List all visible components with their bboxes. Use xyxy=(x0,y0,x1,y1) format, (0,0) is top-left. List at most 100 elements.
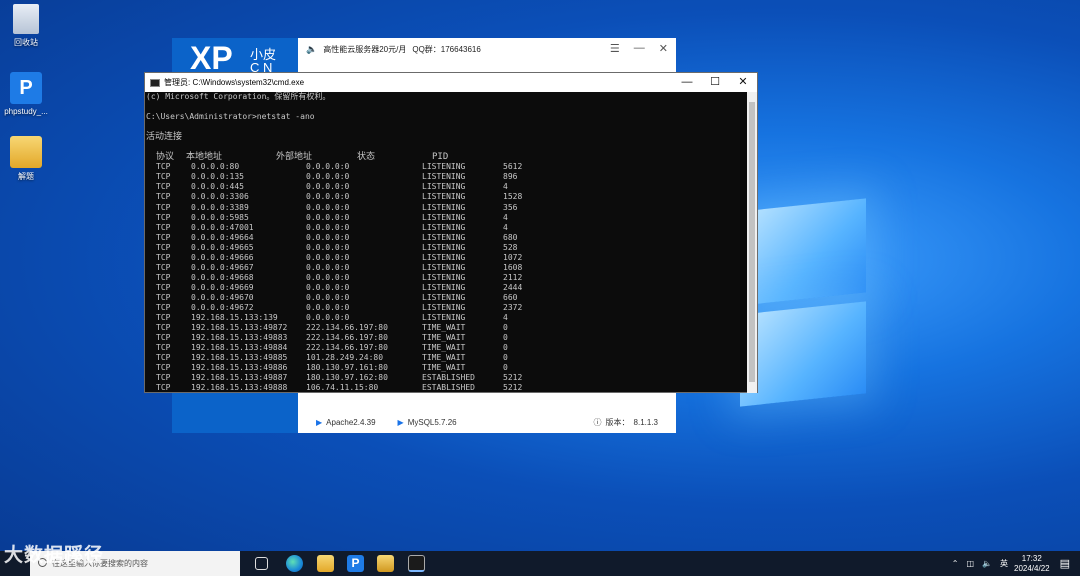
cell-foreign-address: 222.134.66.197:80 xyxy=(306,333,388,343)
cell-proto: TCP xyxy=(156,262,171,272)
cell-pid: 1608 xyxy=(503,262,523,272)
recycle-bin-icon xyxy=(13,4,39,34)
table-row: TCP 192.168.15.133:49883 222.134.66.197:80… xyxy=(146,333,748,343)
edge-icon[interactable] xyxy=(286,555,303,572)
cmd-titlebar[interactable]: 管理员: C:\Windows\system32\cmd.exe xyxy=(145,73,757,92)
cell-pid: 2372 xyxy=(503,302,523,312)
close-button[interactable]: ✕ xyxy=(659,42,668,55)
cmd-window[interactable]: 管理员: C:\Windows\system32\cmd.exe — ☐ ✕ (… xyxy=(144,72,758,393)
volume-icon[interactable]: 🔈 xyxy=(982,559,992,568)
cell-proto: TCP xyxy=(156,242,171,252)
cell-local-address: 0.0.0.0:49669 xyxy=(191,282,254,292)
cell-state: LISTENING xyxy=(422,282,466,292)
header-foreign: 外部地址 xyxy=(276,152,313,163)
cell-foreign-address: 0.0.0.0:0 xyxy=(306,192,350,202)
cell-state: LISTENING xyxy=(422,172,466,182)
clock[interactable]: 17:32 2024/4/22 xyxy=(1014,554,1050,574)
table-row: TCP 192.168.15.133:49872 222.134.66.197:80… xyxy=(146,323,748,333)
table-row: TCP 0.0.0.0:445 0.0.0.0:0 LISTENING 4 xyxy=(146,182,748,192)
windows-logo-wallpaper xyxy=(740,198,868,407)
cell-pid: 356 xyxy=(503,202,518,212)
cell-local-address: 192.168.15.133:49872 xyxy=(191,323,288,333)
cell-state: LISTENING xyxy=(422,292,466,302)
minimize-button[interactable]: — xyxy=(634,42,645,55)
system-tray: ⌃ ◫ 🔈 英 17:32 2024/4/22 ▤ xyxy=(952,551,1080,576)
cell-state: LISTENING xyxy=(422,222,466,232)
scrollbar[interactable] xyxy=(747,92,757,393)
cell-state: LISTENING xyxy=(422,313,466,323)
cell-local-address: 0.0.0.0:80 xyxy=(191,162,240,172)
netstat-table: TCP 0.0.0.0:80 0.0.0.0:0 LISTENING 5612 TCP 0.… xyxy=(146,162,748,393)
cell-local-address: 192.168.15.133:49883 xyxy=(191,333,288,343)
network-icon[interactable]: ◫ xyxy=(966,559,974,568)
cell-state: LISTENING xyxy=(422,182,466,192)
cell-pid: 4 xyxy=(503,313,508,323)
cell-proto: TCP xyxy=(156,353,171,363)
ime-indicator[interactable]: 英 xyxy=(1000,558,1008,569)
cell-foreign-address: 222.134.66.197:80 xyxy=(306,343,388,353)
cell-state: ESTABLISHED xyxy=(422,373,475,383)
cell-foreign-address: 0.0.0.0:0 xyxy=(306,202,350,212)
copyright-line: (c) Microsoft Corporation。保留所有权利。 xyxy=(146,92,331,101)
cell-state: LISTENING xyxy=(422,202,466,212)
service-apache[interactable]: ▶ Apache2.4.39 xyxy=(316,418,376,427)
desktop-icon-phpstudy[interactable]: P phpstudy_... xyxy=(0,72,52,116)
cell-local-address: 0.0.0.0:47001 xyxy=(191,222,254,232)
service-label: Apache2.4.39 xyxy=(326,417,376,427)
cell-proto: TCP xyxy=(156,373,171,383)
scrollbar-thumb[interactable] xyxy=(749,102,755,382)
table-row: TCP 192.168.15.133:139 0.0.0.0:0 LISTENING 4 xyxy=(146,313,748,323)
header-state: 状态 xyxy=(357,152,376,163)
cell-state: TIME_WAIT xyxy=(422,333,466,343)
header-proto: 协议 xyxy=(156,152,175,163)
cell-state: TIME_WAIT xyxy=(422,323,466,333)
announcement-text[interactable]: 高性能云服务器20元/月 xyxy=(323,44,406,55)
desktop-icon-folder[interactable]: 解题 xyxy=(0,136,52,182)
desktop-icon-label: phpstudy_... xyxy=(4,107,48,116)
cell-local-address: 192.168.15.133:139 xyxy=(191,313,278,323)
cmd-icon xyxy=(150,78,160,87)
cell-local-address: 0.0.0.0:3389 xyxy=(191,202,249,212)
chevron-up-icon[interactable]: ⌃ xyxy=(952,559,959,568)
menu-icon[interactable]: ☰ xyxy=(610,42,620,55)
table-row: TCP 0.0.0.0:49666 0.0.0.0:0 LISTENING 1072 xyxy=(146,253,748,263)
file-explorer-icon[interactable] xyxy=(317,555,334,572)
cell-state: TIME_WAIT xyxy=(422,343,466,353)
cell-proto: TCP xyxy=(156,282,171,292)
cell-pid: 5212 xyxy=(503,383,523,393)
cell-state: LISTENING xyxy=(422,212,466,222)
notification-icon[interactable]: ▤ xyxy=(1060,557,1070,570)
cell-proto: TCP xyxy=(156,192,171,202)
cell-foreign-address: 0.0.0.0:0 xyxy=(306,313,350,323)
cell-pid: 660 xyxy=(503,292,518,302)
cell-pid: 896 xyxy=(503,172,518,182)
minimize-button[interactable]: — xyxy=(673,73,701,92)
console-output[interactable]: (c) Microsoft Corporation。保留所有权利。 C:\Use… xyxy=(145,92,748,393)
cell-proto: TCP xyxy=(156,212,171,222)
task-view-icon[interactable] xyxy=(255,557,268,570)
tool-icon[interactable] xyxy=(377,555,394,572)
cell-pid: 680 xyxy=(503,232,518,242)
cell-foreign-address: 0.0.0.0:0 xyxy=(306,182,350,192)
cell-pid: 528 xyxy=(503,242,518,252)
cell-local-address: 0.0.0.0:49666 xyxy=(191,252,254,262)
desktop-icon-recycle-bin[interactable]: 回收站 xyxy=(0,4,52,48)
close-button[interactable]: ✕ xyxy=(729,73,757,92)
desktop-icon-label: 回收站 xyxy=(14,38,38,47)
phpstudy-taskbar-icon[interactable]: P xyxy=(347,555,364,572)
cell-local-address: 0.0.0.0:445 xyxy=(191,182,244,192)
service-mysql[interactable]: ▶ MySQL5.7.26 xyxy=(398,418,457,427)
cell-proto: TCP xyxy=(156,202,171,212)
cell-foreign-address: 0.0.0.0:0 xyxy=(306,272,350,282)
cell-pid: 1072 xyxy=(503,252,523,262)
cell-proto: TCP xyxy=(156,162,171,172)
cmd-taskbar-icon[interactable] xyxy=(408,555,425,572)
table-row: TCP 0.0.0.0:49670 0.0.0.0:0 LISTENING 660 xyxy=(146,293,748,303)
table-row: TCP 0.0.0.0:135 0.0.0.0:0 LISTENING 896 xyxy=(146,172,748,182)
cell-foreign-address: 106.74.11.15:80 xyxy=(306,383,379,393)
table-row: TCP 192.168.15.133:49886 180.130.97.161:80… xyxy=(146,363,748,373)
maximize-button[interactable]: ☐ xyxy=(701,73,729,92)
cell-proto: TCP xyxy=(156,383,171,393)
cell-state: LISTENING xyxy=(422,302,466,312)
table-row: TCP 0.0.0.0:49669 0.0.0.0:0 LISTENING 2444 xyxy=(146,283,748,293)
